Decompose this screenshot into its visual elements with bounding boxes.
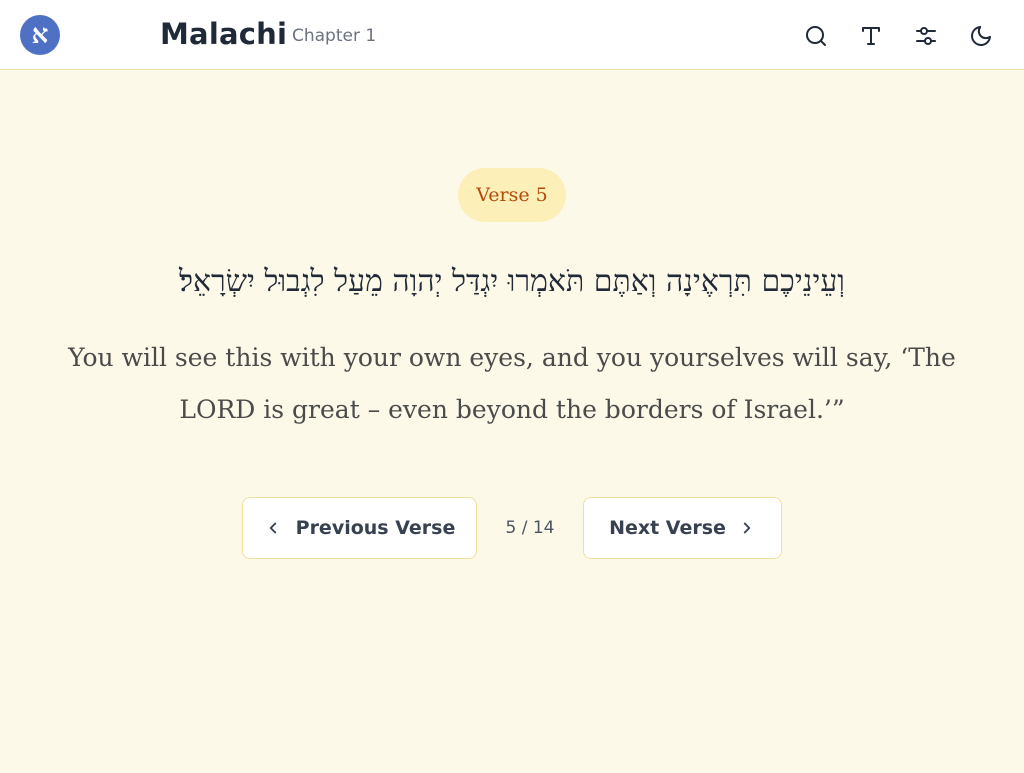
app-logo[interactable]: א <box>20 15 60 55</box>
next-verse-button[interactable]: Next Verse <box>583 497 782 559</box>
moon-icon <box>971 26 991 46</box>
hebrew-verse-text: וְעֵינֵיכֶם תִּרְאֶינָה וְאַתֶּם תֹּאמְר… <box>179 264 845 299</box>
verse-counter: 5 / 14 <box>505 518 555 538</box>
sliders-icon <box>916 27 936 45</box>
previous-verse-label: Previous Verse <box>295 517 456 539</box>
next-verse-label: Next Verse <box>609 517 726 539</box>
search-icon <box>806 26 826 46</box>
theme-toggle-button[interactable] <box>965 20 997 52</box>
english-verse-text: You will see this with your own eyes, an… <box>68 343 956 424</box>
book-title: Malachi <box>160 17 288 51</box>
settings-button[interactable] <box>910 20 942 52</box>
font-size-icon <box>862 27 880 45</box>
font-size-button[interactable] <box>855 20 887 52</box>
chevron-right-icon <box>743 522 751 534</box>
previous-verse-button[interactable]: Previous Verse <box>242 497 477 559</box>
verse-badge: Verse 5 <box>458 168 566 222</box>
top-bar: א Malachi Chapter 1 <box>0 0 1024 70</box>
search-button[interactable] <box>800 20 832 52</box>
chapter-label[interactable]: Chapter 1 <box>292 24 376 48</box>
chevron-left-icon <box>269 522 276 534</box>
